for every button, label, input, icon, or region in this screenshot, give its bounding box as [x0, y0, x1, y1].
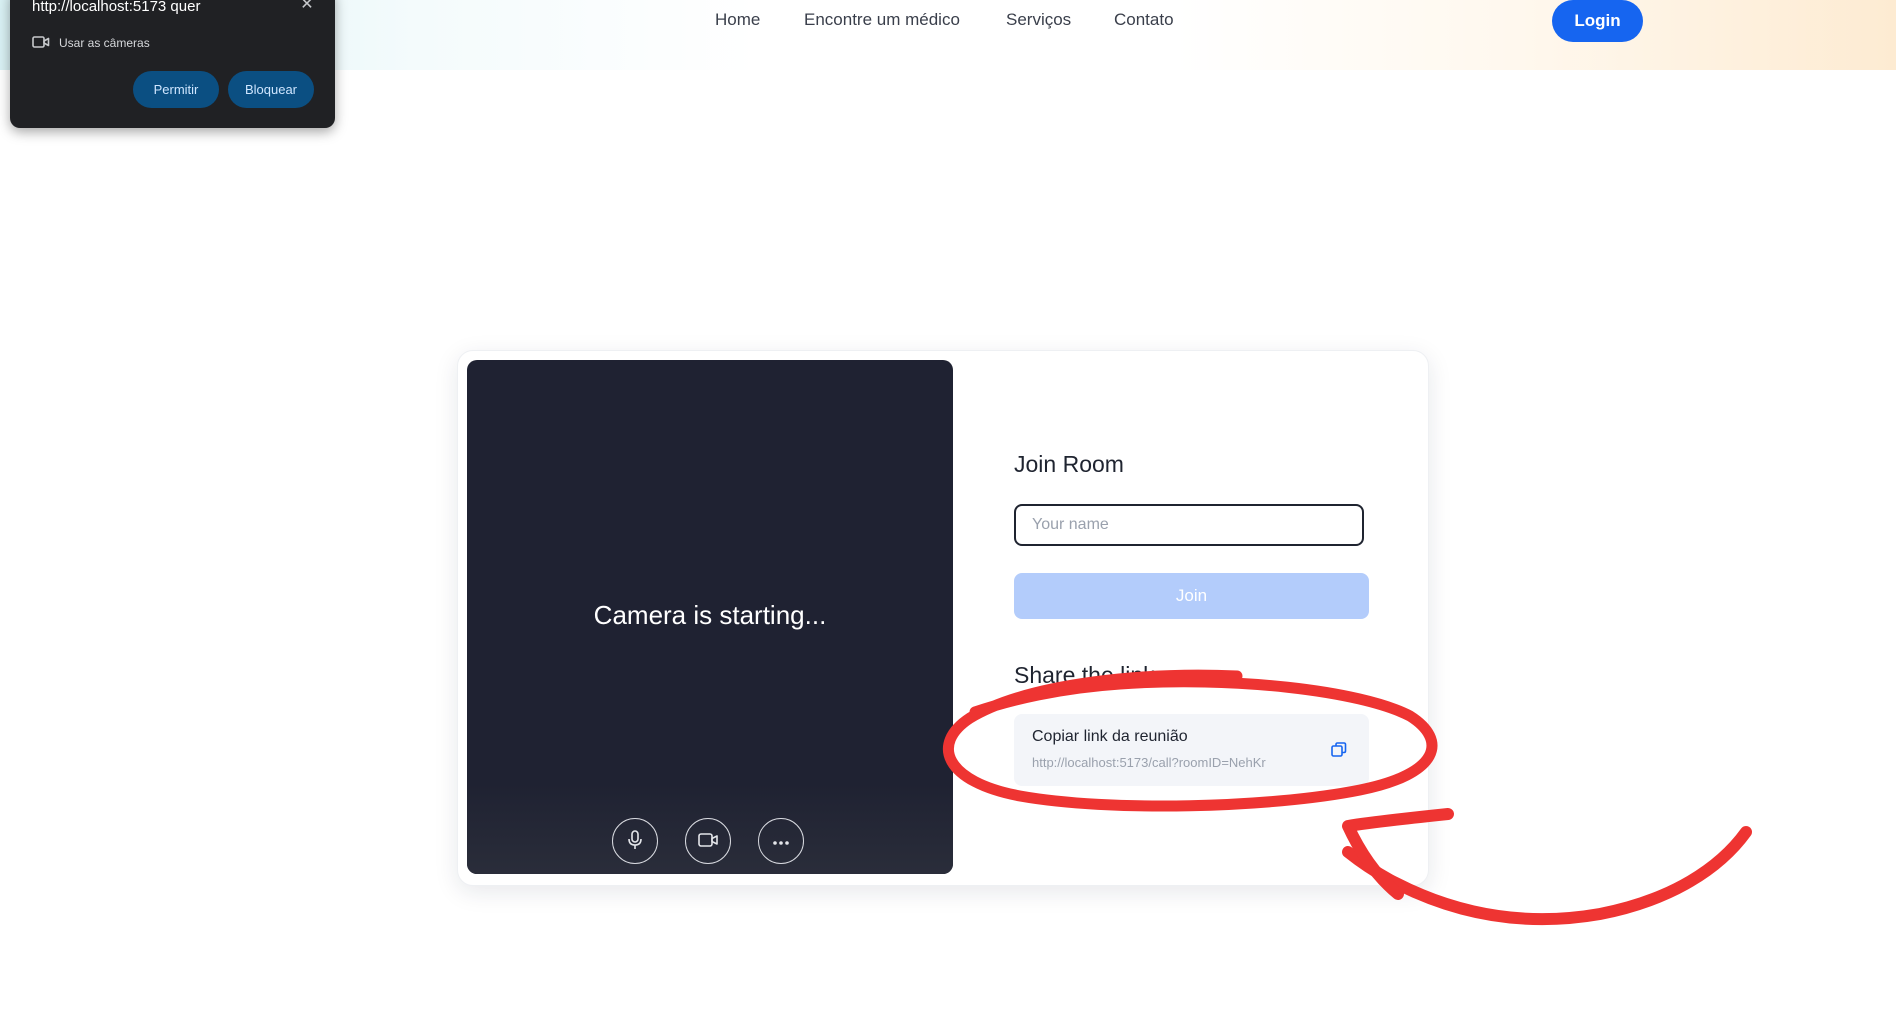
video-camera-icon — [32, 35, 50, 54]
more-icon — [771, 834, 791, 849]
camera-icon — [697, 831, 719, 852]
microphone-icon — [625, 829, 645, 854]
microphone-toggle-button[interactable] — [612, 818, 658, 864]
permission-origin-title: http://localhost:5173 quer — [32, 0, 201, 15]
close-icon[interactable]: ✕ — [298, 0, 316, 14]
copy-link-box[interactable]: Copiar link da reunião http://localhost:… — [1014, 714, 1369, 786]
name-input[interactable] — [1014, 504, 1364, 546]
login-button[interactable]: Login — [1552, 0, 1643, 42]
more-options-button[interactable] — [758, 818, 804, 864]
video-preview: Camera is starting... — [467, 360, 953, 874]
nav-contact-link[interactable]: Contato — [1114, 10, 1174, 30]
allow-button[interactable]: Permitir — [133, 71, 219, 108]
copy-icon[interactable] — [1329, 740, 1349, 760]
camera-status-text: Camera is starting... — [593, 600, 827, 630]
nav-find-doctor-link[interactable]: Encontre um médico — [804, 10, 960, 30]
share-link-title: Share the link — [1014, 662, 1155, 688]
permission-label: Usar as câmeras — [59, 36, 150, 50]
nav-home-link[interactable]: Home — [715, 10, 760, 30]
block-button[interactable]: Bloquear — [228, 71, 314, 108]
join-room-title: Join Room — [1014, 451, 1124, 477]
camera-permission-popup: http://localhost:5173 quer ✕ Usar as câm… — [10, 0, 335, 128]
join-button[interactable]: Join — [1014, 573, 1369, 619]
camera-toggle-button[interactable] — [685, 818, 731, 864]
meeting-url: http://localhost:5173/call?roomID=NehKr — [1032, 755, 1266, 770]
nav-services-link[interactable]: Serviços — [1006, 10, 1071, 30]
copy-link-label: Copiar link da reunião — [1032, 728, 1188, 745]
